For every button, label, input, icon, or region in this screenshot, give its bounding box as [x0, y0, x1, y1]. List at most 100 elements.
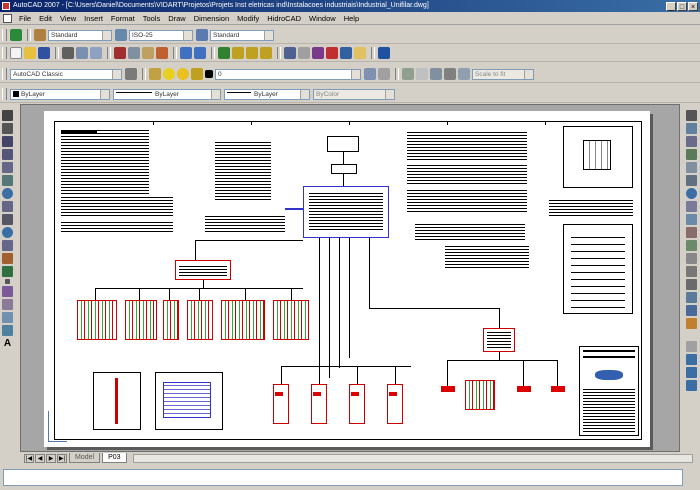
- layer-unlock-icon[interactable]: [191, 68, 203, 80]
- next-tab-nav-button[interactable]: ▶: [46, 453, 56, 463]
- text-style-select[interactable]: Standard: [48, 29, 112, 41]
- polygonal-viewport-icon[interactable]: [430, 68, 442, 80]
- tab-model[interactable]: Model: [69, 453, 101, 463]
- single-viewport-icon[interactable]: [416, 68, 428, 80]
- multiline-text-tool-icon[interactable]: A: [2, 338, 13, 349]
- layer-on-bulb-icon[interactable]: [163, 68, 175, 80]
- menu-view[interactable]: View: [56, 14, 80, 23]
- layer-thaw-sun-icon[interactable]: [177, 68, 189, 80]
- zoom-window-icon[interactable]: [246, 47, 258, 59]
- zoom-extents-tool-icon[interactable]: [686, 354, 697, 365]
- document-icon[interactable]: [3, 13, 12, 23]
- point-tool-icon[interactable]: [5, 279, 10, 284]
- undo-icon[interactable]: [180, 47, 192, 59]
- polygon-tool-icon[interactable]: [2, 149, 13, 160]
- help-icon[interactable]: [378, 47, 390, 59]
- lineweight-select[interactable]: ByLayer: [224, 88, 310, 100]
- first-tab-nav-button[interactable]: |◀: [24, 453, 34, 463]
- minimize-button[interactable]: _: [666, 1, 676, 11]
- drawing-area[interactable]: [20, 104, 680, 452]
- pan-icon[interactable]: [218, 47, 230, 59]
- maximize-button[interactable]: □: [677, 1, 687, 11]
- workspace-settings-icon[interactable]: [125, 68, 137, 80]
- menu-window[interactable]: Window: [305, 14, 340, 23]
- menu-hidrocad[interactable]: HidroCAD: [263, 14, 305, 23]
- viewports-icon[interactable]: [402, 68, 414, 80]
- region-tool-icon[interactable]: [2, 312, 13, 323]
- construction-line-tool-icon[interactable]: [2, 123, 13, 134]
- rectangle-tool-icon[interactable]: [2, 162, 13, 173]
- hatch-tool-icon[interactable]: [2, 286, 13, 297]
- gradient-tool-icon[interactable]: [2, 299, 13, 310]
- text-style-icon[interactable]: [34, 29, 46, 41]
- layer-manager-icon[interactable]: [149, 68, 161, 80]
- convert-viewport-icon[interactable]: [444, 68, 456, 80]
- properties-icon[interactable]: [284, 47, 296, 59]
- make-object-layer-current-icon[interactable]: [364, 68, 376, 80]
- tool-palettes-icon[interactable]: [312, 47, 324, 59]
- table-style-select[interactable]: Standard: [210, 29, 274, 41]
- tab-p03[interactable]: P03: [102, 453, 127, 463]
- plot-preview-icon[interactable]: [76, 47, 88, 59]
- horizontal-scrollbar[interactable]: [132, 453, 693, 463]
- table-style-icon[interactable]: [196, 29, 208, 41]
- calculator-icon[interactable]: [354, 47, 366, 59]
- last-tab-nav-button[interactable]: ▶|: [57, 453, 67, 463]
- polyline-tool-icon[interactable]: [2, 136, 13, 147]
- clip-viewport-icon[interactable]: [458, 68, 470, 80]
- extend-tool-icon[interactable]: [686, 240, 697, 251]
- explode-tool-icon[interactable]: [686, 318, 697, 329]
- break-at-point-tool-icon[interactable]: [686, 253, 697, 264]
- sheet-set-icon[interactable]: [326, 47, 338, 59]
- ellipse-arc-tool-icon[interactable]: [2, 240, 13, 251]
- menu-file[interactable]: File: [15, 14, 35, 23]
- plotstyle-select[interactable]: ByColor: [313, 88, 395, 100]
- chamfer-tool-icon[interactable]: [686, 292, 697, 303]
- menu-draw[interactable]: Draw: [164, 14, 190, 23]
- arc-tool-icon[interactable]: [2, 175, 13, 186]
- rotate-tool-icon[interactable]: [686, 188, 697, 199]
- erase-tool-icon[interactable]: [686, 110, 697, 121]
- publish-icon[interactable]: [90, 47, 102, 59]
- menu-edit[interactable]: Edit: [35, 14, 56, 23]
- color-select[interactable]: ByLayer: [10, 88, 110, 100]
- zoom-all-tool-icon[interactable]: [686, 367, 697, 378]
- prev-tab-nav-button[interactable]: ◀: [35, 453, 45, 463]
- new-file-icon[interactable]: [10, 47, 22, 59]
- revision-cloud-tool-icon[interactable]: [2, 201, 13, 212]
- workspace-icon[interactable]: [10, 29, 22, 41]
- zoom-realtime-icon[interactable]: [232, 47, 244, 59]
- workspace-select[interactable]: AutoCAD Classic: [10, 68, 122, 80]
- menu-format[interactable]: Format: [107, 14, 139, 23]
- autocad-app-icon[interactable]: [2, 2, 10, 10]
- array-tool-icon[interactable]: [686, 162, 697, 173]
- layer-select[interactable]: 0: [215, 68, 361, 80]
- line-tool-icon[interactable]: [2, 110, 13, 121]
- layer-previous-icon[interactable]: [378, 68, 390, 80]
- close-button[interactable]: ×: [688, 1, 698, 11]
- copy-icon[interactable]: [128, 47, 140, 59]
- break-tool-icon[interactable]: [686, 266, 697, 277]
- zoom-out-tool-icon[interactable]: [686, 380, 697, 391]
- scale-tool-icon[interactable]: [686, 201, 697, 212]
- plot-icon[interactable]: [62, 47, 74, 59]
- menu-modify[interactable]: Modify: [233, 14, 263, 23]
- markup-icon[interactable]: [340, 47, 352, 59]
- save-icon[interactable]: [38, 47, 50, 59]
- mirror-tool-icon[interactable]: [686, 136, 697, 147]
- trim-tool-icon[interactable]: [686, 227, 697, 238]
- command-line-input[interactable]: [3, 469, 683, 486]
- make-block-tool-icon[interactable]: [2, 266, 13, 277]
- redo-icon[interactable]: [194, 47, 206, 59]
- design-center-icon[interactable]: [298, 47, 310, 59]
- table-tool-icon[interactable]: [2, 325, 13, 336]
- paste-icon[interactable]: [142, 47, 154, 59]
- open-file-icon[interactable]: [24, 47, 36, 59]
- ellipse-tool-icon[interactable]: [2, 227, 13, 238]
- linetype-select[interactable]: ByLayer: [113, 88, 221, 100]
- move-tool-icon[interactable]: [686, 175, 697, 186]
- menu-dimension[interactable]: Dimension: [190, 14, 233, 23]
- menu-tools[interactable]: Tools: [139, 14, 165, 23]
- join-tool-icon[interactable]: [686, 279, 697, 290]
- spline-tool-icon[interactable]: [2, 214, 13, 225]
